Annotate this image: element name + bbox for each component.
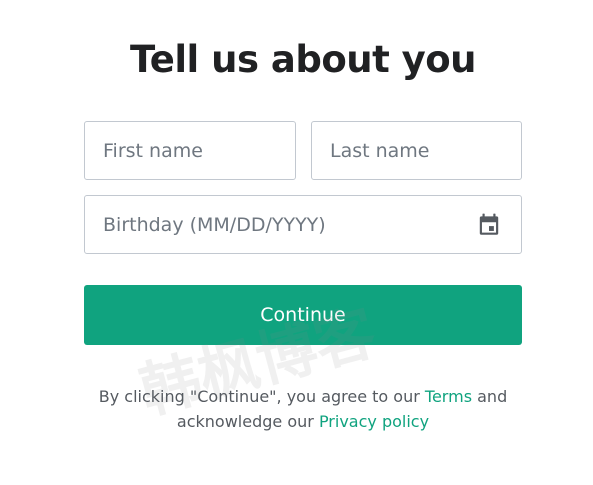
last-name-field[interactable] (311, 121, 522, 180)
legal-notice: By clicking "Continue", you agree to our… (84, 384, 522, 434)
birthday-input[interactable] (85, 196, 521, 253)
first-name-field[interactable] (84, 121, 296, 180)
continue-button[interactable]: Continue (84, 285, 522, 345)
privacy-policy-link[interactable]: Privacy policy (319, 412, 429, 431)
legal-prefix: By clicking "Continue", you agree to our (98, 387, 425, 406)
last-name-input[interactable] (312, 122, 521, 179)
page-title: Tell us about you (129, 38, 477, 81)
calendar-icon[interactable] (476, 212, 502, 238)
birthday-field[interactable] (84, 195, 522, 254)
terms-link[interactable]: Terms (425, 387, 472, 406)
first-name-input[interactable] (85, 122, 295, 179)
